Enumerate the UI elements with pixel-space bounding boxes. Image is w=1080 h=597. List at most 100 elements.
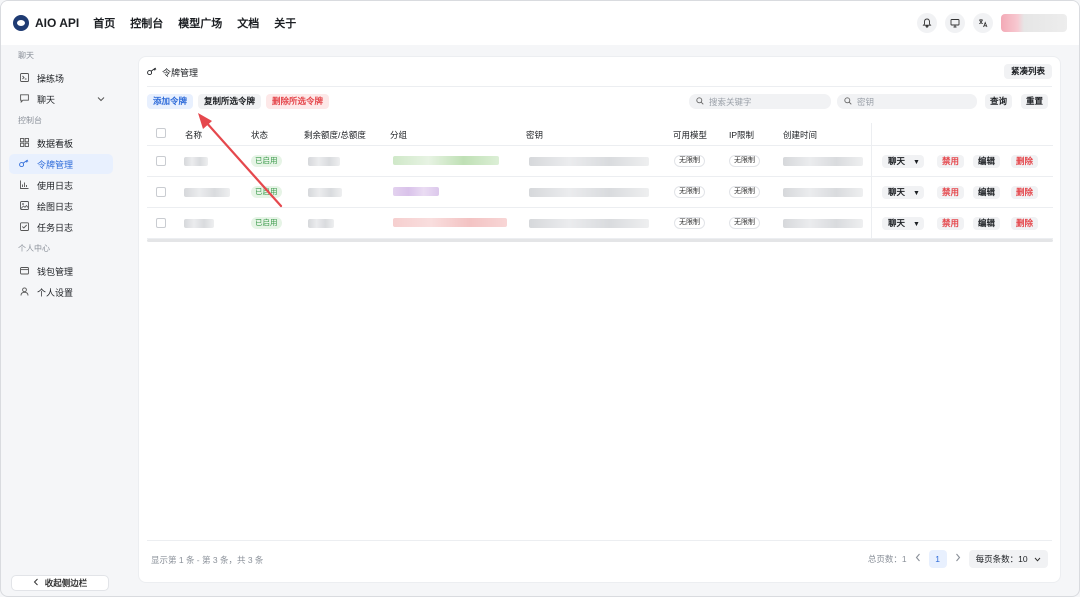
sidebar-item-usage-logs[interactable]: 使用日志 [9,175,113,195]
sidebar-item-dashboard[interactable]: 数据看板 [9,133,113,153]
nav-home[interactable]: 首页 [93,15,115,31]
table-header: 名称 状态 剩余额度/总额度 分组 密钥 可用模型 IP限制 创建时间 [147,123,1053,146]
fixed-column-divider [871,123,872,145]
chevron-left-icon[interactable] [915,553,921,565]
token-name [184,157,208,166]
sidebar-item-wallet[interactable]: 钱包管理 [9,261,113,281]
bell-icon[interactable] [917,13,937,33]
chevron-left-icon [33,578,39,588]
chevron-right-icon[interactable] [955,553,961,565]
token-key [529,188,649,197]
top-header: AIO API 首页 控制台 模型广场 文档 关于 [1,1,1079,45]
delete-button[interactable]: 删除 [1011,217,1039,230]
token-key [529,157,649,166]
dashboard-icon [18,137,30,149]
sidebar-item-playground[interactable]: 操练场 [9,68,113,88]
chat-dropdown-button[interactable]: 聊天 ▼ [882,217,924,230]
delete-button[interactable]: 删除 [1011,186,1039,199]
sidebar: 聊天 操练场 聊天 控制台 数据看板 令牌管理 使用日志 绘图日志 任务日志 个… [1,45,121,596]
row-checkbox[interactable] [156,156,166,166]
col-group: 分组 [390,130,408,140]
user-icon [18,286,30,298]
translate-icon[interactable] [973,13,993,33]
keyword-search-input[interactable] [709,96,831,107]
chat-dropdown-button[interactable]: 聊天 ▼ [882,155,924,168]
chevron-down-icon [1034,557,1041,562]
created-time [783,219,863,228]
search-icon [696,96,704,107]
total-pages: 总页数：1 [867,554,907,564]
col-name: 名称 [185,130,203,140]
ip-limit-badge: 无限制 [729,186,760,198]
sidebar-item-chat[interactable]: 聊天 [9,89,113,109]
fixed-column-divider [871,146,872,176]
edit-button[interactable]: 编辑 [973,217,1001,230]
edit-button[interactable]: 编辑 [973,155,1001,168]
chevron-down-icon[interactable] [97,95,105,104]
key-search-box[interactable] [837,94,977,109]
key-search-input[interactable] [857,96,977,107]
tokens-table: 名称 状态 剩余额度/总额度 分组 密钥 可用模型 IP限制 创建时间 已启用 … [147,123,1053,239]
nav-docs[interactable]: 文档 [237,15,259,31]
collapse-sidebar-label: 收起侧边栏 [44,578,88,588]
brand-logo-icon[interactable] [13,15,29,31]
keyword-search-box[interactable] [689,94,831,109]
disable-button[interactable]: 禁用 [937,217,965,230]
sidebar-item-task-logs[interactable]: 任务日志 [9,217,113,237]
page-size-select[interactable]: 每页条数：10 [968,550,1048,568]
horizontal-scrollbar[interactable] [147,239,1053,242]
quota-value [308,188,342,197]
col-key: 密钥 [526,130,544,140]
page-number-button[interactable]: 1 [928,550,947,568]
quota-value [308,157,340,166]
sidebar-item-token-management[interactable]: 令牌管理 [9,154,113,174]
disable-button[interactable]: 禁用 [937,186,965,199]
image-icon [18,200,30,212]
row-checkbox[interactable] [156,187,166,197]
sidebar-item-label: 使用日志 [37,180,74,191]
ip-limit-badge: 无限制 [729,217,760,229]
edit-button[interactable]: 编辑 [973,186,1001,199]
status-badge: 已启用 [251,186,282,198]
sidebar-item-label: 个人设置 [37,287,74,298]
disable-button[interactable]: 禁用 [937,155,965,168]
caret-down-icon[interactable]: ▼ [913,159,920,166]
nav-console[interactable]: 控制台 [130,15,163,31]
reset-button[interactable]: 重置 [1021,94,1049,109]
models-badge: 无限制 [674,186,705,198]
chat-button-label: 聊天 [888,218,906,228]
nav-model-plaza[interactable]: 模型广场 [178,15,222,31]
collapse-sidebar-button[interactable]: 收起侧边栏 [11,575,109,591]
chat-dropdown-button[interactable]: 聊天 ▼ [882,186,924,199]
compact-list-button[interactable]: 紧凑列表 [1003,64,1052,79]
token-name [184,219,214,228]
divider [147,86,1052,87]
pagination-info: 显示第 1 条 - 第 3 条，共 3 条 [151,555,264,565]
add-token-button[interactable]: 添加令牌 [147,94,194,109]
caret-down-icon[interactable]: ▼ [913,190,920,197]
monitor-icon[interactable] [945,13,965,33]
user-avatar[interactable] [1001,14,1067,32]
sidebar-item-personal-settings[interactable]: 个人设置 [9,282,113,302]
status-badge: 已启用 [251,217,282,229]
sidebar-section-personal: 个人中心 [18,244,50,253]
sidebar-section-chat: 聊天 [18,51,34,60]
token-name [184,188,230,197]
row-checkbox[interactable] [156,218,166,228]
status-badge: 已启用 [251,155,282,167]
caret-down-icon[interactable]: ▼ [913,221,920,228]
delete-button[interactable]: 删除 [1011,155,1039,168]
copy-selected-tokens-button[interactable]: 复制所选令牌 [198,94,262,109]
sidebar-item-drawing-logs[interactable]: 绘图日志 [9,196,113,216]
created-time [783,188,863,197]
table-row: 已启用 无限制 无限制 聊天 ▼ 禁用 编辑 删除 [147,208,1053,239]
query-button[interactable]: 查询 [985,94,1013,109]
page-size-label: 每页条数：10 [975,554,1028,564]
nav-about[interactable]: 关于 [274,15,296,31]
key-icon [147,67,157,78]
brand-name[interactable]: AIO API [35,16,79,30]
table-row: 已启用 无限制 无限制 聊天 ▼ 禁用 编辑 删除 [147,177,1053,208]
select-all-checkbox[interactable] [156,128,166,138]
delete-selected-tokens-button[interactable]: 删除所选令牌 [266,94,330,109]
fixed-column-divider [871,177,872,207]
